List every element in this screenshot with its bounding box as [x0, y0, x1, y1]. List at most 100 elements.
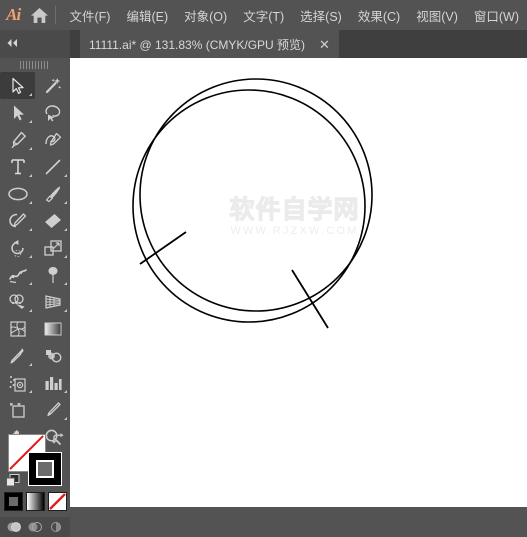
menu-effect[interactable]: 效果(C)	[350, 2, 408, 29]
swap-arrow-icon[interactable]	[50, 432, 66, 446]
illustrator-window: Ai 文件(F) 编辑(E) 对象(O) 文字(T) 选择(S) 效果(C) 视…	[0, 0, 527, 507]
menu-bar: Ai 文件(F) 编辑(E) 对象(O) 文字(T) 选择(S) 效果(C) 视…	[0, 0, 527, 30]
direct-selection-tool[interactable]	[0, 99, 35, 126]
tool-corner-indicator	[64, 390, 67, 393]
menu-select[interactable]: 选择(S)	[292, 2, 350, 29]
tool-row	[0, 72, 70, 99]
tool-row	[0, 396, 70, 423]
tool-corner-indicator	[29, 363, 32, 366]
slice-tool[interactable]	[35, 396, 70, 423]
perspective-grid-tool[interactable]	[35, 288, 70, 315]
free-transform-tool[interactable]	[35, 261, 70, 288]
panel-grip-handle[interactable]	[0, 58, 70, 72]
shape-builder-tool[interactable]	[0, 288, 35, 315]
tool-row	[0, 369, 70, 396]
tool-corner-indicator	[64, 255, 67, 258]
tool-list	[0, 72, 70, 450]
double-chevron-left-icon[interactable]	[3, 36, 23, 50]
gradient-tool[interactable]	[35, 315, 70, 342]
default-fill-stroke-icon[interactable]	[6, 474, 20, 487]
width-warp-tool[interactable]	[0, 261, 35, 288]
outer-circle-path	[140, 79, 372, 311]
symbol-sprayer-tool[interactable]	[0, 369, 35, 396]
tool-row	[0, 99, 70, 126]
tool-corner-indicator	[29, 93, 32, 96]
draw-mode-buttons	[0, 517, 70, 537]
scale-tool[interactable]	[35, 234, 70, 261]
column-graph-tool[interactable]	[35, 369, 70, 396]
tool-corner-indicator	[29, 201, 32, 204]
tool-panel	[0, 30, 70, 507]
tool-row	[0, 153, 70, 180]
rotate-tool[interactable]	[0, 234, 35, 261]
tool-corner-indicator	[29, 309, 32, 312]
eraser-tool[interactable]	[35, 207, 70, 234]
gradient-mode-button[interactable]	[26, 492, 45, 511]
artwork	[70, 58, 527, 507]
draw-normal-button[interactable]	[6, 520, 23, 535]
tool-corner-indicator	[29, 255, 32, 258]
tool-panel-header	[0, 30, 70, 58]
tool-row	[0, 315, 70, 342]
grip-lines	[20, 61, 50, 69]
mesh-tool[interactable]	[0, 315, 35, 342]
pen-tool[interactable]	[0, 126, 35, 153]
document-tab[interactable]: 11111.ai* @ 131.83% (CMYK/GPU 预览) ✕	[80, 30, 339, 58]
left-line-path	[140, 232, 186, 264]
menu-divider	[55, 6, 56, 24]
menu-file[interactable]: 文件(F)	[62, 2, 119, 29]
menu-window[interactable]: 窗口(W)	[466, 2, 527, 29]
menu-object[interactable]: 对象(O)	[176, 2, 235, 29]
type-tool[interactable]	[0, 153, 35, 180]
close-icon[interactable]: ✕	[319, 38, 330, 51]
eyedropper-tool[interactable]	[0, 342, 35, 369]
curvature-tool[interactable]	[35, 126, 70, 153]
tool-corner-indicator	[64, 282, 67, 285]
tool-corner-indicator	[29, 147, 32, 150]
magic-wand-tool[interactable]	[35, 72, 70, 99]
ellipse-tool[interactable]	[0, 180, 35, 207]
color-mode-button[interactable]	[4, 492, 23, 511]
paintbrush-tool[interactable]	[35, 180, 70, 207]
tool-row	[0, 342, 70, 369]
artboard-tool[interactable]	[0, 396, 35, 423]
tool-corner-indicator	[64, 417, 67, 420]
selection-tool[interactable]	[0, 72, 35, 99]
fill-stroke-controls	[0, 430, 70, 490]
tool-row	[0, 180, 70, 207]
document-canvas[interactable]: 软件自学网 WWW.RJZXW.COM	[70, 58, 527, 507]
color-mode-buttons	[0, 492, 70, 515]
tool-corner-indicator	[64, 174, 67, 177]
draw-behind-button[interactable]	[27, 520, 44, 535]
lasso-tool[interactable]	[35, 99, 70, 126]
tool-corner-indicator	[64, 228, 67, 231]
line-segment-tool[interactable]	[35, 153, 70, 180]
menu-type[interactable]: 文字(T)	[235, 2, 292, 29]
right-line-path	[292, 270, 328, 328]
tool-row	[0, 234, 70, 261]
stroke-swatch[interactable]	[28, 452, 62, 486]
none-mode-button[interactable]	[48, 492, 67, 511]
tool-corner-indicator	[29, 174, 32, 177]
home-icon[interactable]	[26, 0, 52, 30]
inner-circle-path	[133, 90, 365, 322]
tool-corner-indicator	[64, 201, 67, 204]
tool-corner-indicator	[29, 282, 32, 285]
menu-view[interactable]: 视图(V)	[408, 2, 466, 29]
tool-row	[0, 207, 70, 234]
tool-row	[0, 261, 70, 288]
shaper-pencil-tool[interactable]	[0, 207, 35, 234]
tool-corner-indicator	[29, 228, 32, 231]
blend-tool[interactable]	[35, 342, 70, 369]
solid-color-icon	[9, 497, 18, 506]
draw-inside-button[interactable]	[48, 520, 65, 535]
tool-row	[0, 126, 70, 153]
menu-item-list: 文件(F) 编辑(E) 对象(O) 文字(T) 选择(S) 效果(C) 视图(V…	[62, 2, 527, 29]
stroke-swatch-inner	[36, 460, 54, 478]
document-tab-title: 11111.ai* @ 131.83% (CMYK/GPU 预览)	[89, 36, 305, 53]
tool-corner-indicator	[64, 309, 67, 312]
menu-edit[interactable]: 编辑(E)	[118, 2, 176, 29]
tool-row	[0, 288, 70, 315]
none-slash-icon	[49, 493, 66, 510]
tool-corner-indicator	[29, 390, 32, 393]
